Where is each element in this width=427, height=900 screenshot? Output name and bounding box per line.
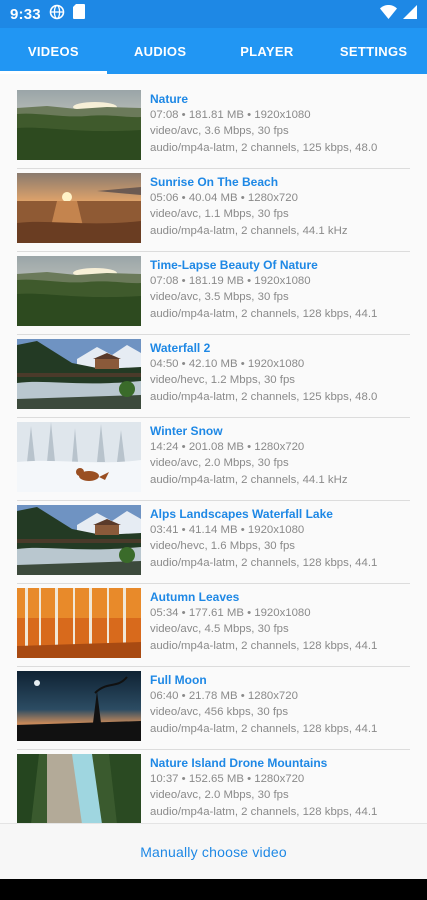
video-duration-size-resolution: 07:08 • 181.19 MB • 1920x1080 bbox=[150, 275, 311, 287]
video-thumbnail bbox=[17, 256, 141, 326]
video-info: Winter Snow 14:24 • 201.08 MB • 1280x720 v… bbox=[150, 423, 415, 488]
video-list-item[interactable]: Winter Snow 14:24 • 201.08 MB • 1280x720 v… bbox=[0, 418, 427, 501]
video-duration-size-resolution: 06:40 • 21.78 MB • 1280x720 bbox=[150, 690, 298, 702]
video-codec-info: video/avc, 2.0 Mbps, 30 fps bbox=[150, 457, 289, 470]
system-nav-bar bbox=[0, 879, 427, 900]
video-list[interactable]: Nature 07:08 • 181.81 MB • 1920x1080 video… bbox=[0, 86, 427, 823]
tab-player[interactable]: PLAYER bbox=[214, 28, 321, 74]
video-list-item[interactable]: Nature 07:08 • 181.81 MB • 1920x1080 video… bbox=[0, 86, 427, 169]
video-thumbnail bbox=[17, 90, 141, 160]
audio-codec-info: audio/mp4a-latm, 2 channels, 125 kbps, 4… bbox=[150, 141, 378, 154]
status-time: 9:33 bbox=[10, 5, 41, 23]
video-codec-info: video/avc, 1.1 Mbps, 30 fps bbox=[150, 208, 289, 221]
video-info: Nature 07:08 • 181.81 MB • 1920x1080 video… bbox=[150, 91, 415, 156]
audio-codec-info: audio/mp4a-latm, 2 channels, 128 kbps, 4… bbox=[150, 556, 378, 569]
video-list-item[interactable]: Nature Island Drone Mountains 10:37 • 152… bbox=[0, 750, 427, 823]
video-title: Time-Lapse Beauty Of Nature bbox=[150, 258, 318, 272]
video-list-item[interactable]: Time-Lapse Beauty Of Nature 07:08 • 181.1… bbox=[0, 252, 427, 335]
video-duration-size-resolution: 05:06 • 40.04 MB • 1280x720 bbox=[150, 192, 298, 204]
video-duration-size-resolution: 14:24 • 201.08 MB • 1280x720 bbox=[150, 441, 305, 453]
video-title: Alps Landscapes Waterfall Lake bbox=[150, 507, 333, 521]
sim-card-icon bbox=[72, 4, 85, 24]
video-info: Alps Landscapes Waterfall Lake 03:41 • 41… bbox=[150, 506, 415, 571]
video-codec-info: video/avc, 456 kbps, 30 fps bbox=[150, 706, 289, 719]
audio-codec-info: audio/mp4a-latm, 2 channels, 44.1 kHz bbox=[150, 224, 348, 237]
video-codec-info: video/hevc, 1.6 Mbps, 30 fps bbox=[150, 540, 295, 553]
video-list-item[interactable]: Alps Landscapes Waterfall Lake 03:41 • 41… bbox=[0, 501, 427, 584]
video-codec-info: video/hevc, 1.2 Mbps, 30 fps bbox=[150, 374, 295, 387]
video-thumbnail bbox=[17, 671, 141, 741]
video-title: Nature bbox=[150, 92, 189, 106]
video-duration-size-resolution: 05:34 • 177.61 MB • 1920x1080 bbox=[150, 607, 311, 619]
video-codec-info: video/avc, 4.5 Mbps, 30 fps bbox=[150, 623, 289, 636]
tab-bar: VIDEOS AUDIOS PLAYER SETTINGS bbox=[0, 28, 427, 74]
video-thumbnail bbox=[17, 505, 141, 575]
video-list-item[interactable]: Waterfall 2 04:50 • 42.10 MB • 1920x1080 v… bbox=[0, 335, 427, 418]
video-duration-size-resolution: 07:08 • 181.81 MB • 1920x1080 bbox=[150, 109, 311, 121]
video-thumbnail bbox=[17, 754, 141, 823]
video-info: Waterfall 2 04:50 • 42.10 MB • 1920x1080 v… bbox=[150, 340, 415, 405]
audio-codec-info: audio/mp4a-latm, 2 channels, 128 kbps, 4… bbox=[150, 307, 378, 320]
video-title: Waterfall 2 bbox=[150, 341, 211, 355]
audio-codec-info: audio/mp4a-latm, 2 channels, 125 kbps, 4… bbox=[150, 390, 378, 403]
video-title: Autumn Leaves bbox=[150, 590, 240, 604]
video-codec-info: video/avc, 3.6 Mbps, 30 fps bbox=[150, 125, 289, 138]
video-duration-size-resolution: 03:41 • 41.14 MB • 1920x1080 bbox=[150, 524, 305, 536]
cell-signal-icon bbox=[403, 4, 417, 24]
globe-icon bbox=[49, 4, 65, 25]
video-title: Full Moon bbox=[150, 673, 207, 687]
video-duration-size-resolution: 10:37 • 152.65 MB • 1280x720 bbox=[150, 773, 305, 785]
status-bar: 9:33 bbox=[0, 0, 427, 28]
screen: 9:33 VIDEOS AUDIOS PLAYER SETTINGS Natur… bbox=[0, 0, 427, 900]
tab-audios[interactable]: AUDIOS bbox=[107, 28, 214, 74]
video-codec-info: video/avc, 3.5 Mbps, 30 fps bbox=[150, 291, 289, 304]
tab-videos[interactable]: VIDEOS bbox=[0, 28, 107, 74]
audio-codec-info: audio/mp4a-latm, 2 channels, 128 kbps, 4… bbox=[150, 805, 378, 818]
video-thumbnail bbox=[17, 173, 141, 243]
audio-codec-info: audio/mp4a-latm, 2 channels, 128 kbps, 4… bbox=[150, 639, 378, 652]
video-info: Autumn Leaves 05:34 • 177.61 MB • 1920x10… bbox=[150, 589, 415, 654]
video-info: Sunrise On The Beach 05:06 • 40.04 MB • 1… bbox=[150, 174, 415, 239]
video-thumbnail bbox=[17, 588, 141, 658]
wifi-icon bbox=[380, 4, 397, 24]
video-info: Full Moon 06:40 • 21.78 MB • 1280x720 vide… bbox=[150, 672, 415, 737]
video-list-item[interactable]: Sunrise On The Beach 05:06 • 40.04 MB • 1… bbox=[0, 169, 427, 252]
video-list-item[interactable]: Autumn Leaves 05:34 • 177.61 MB • 1920x10… bbox=[0, 584, 427, 667]
video-list-item[interactable]: Full Moon 06:40 • 21.78 MB • 1280x720 vide… bbox=[0, 667, 427, 750]
video-title: Nature Island Drone Mountains bbox=[150, 756, 328, 770]
tab-settings[interactable]: SETTINGS bbox=[320, 28, 427, 74]
video-thumbnail bbox=[17, 422, 141, 492]
video-title: Sunrise On The Beach bbox=[150, 175, 279, 189]
video-thumbnail bbox=[17, 339, 141, 409]
footer-bar: Manually choose video bbox=[0, 823, 427, 879]
video-info: Time-Lapse Beauty Of Nature 07:08 • 181.1… bbox=[150, 257, 415, 322]
manually-choose-video-button[interactable]: Manually choose video bbox=[140, 844, 287, 860]
video-info: Nature Island Drone Mountains 10:37 • 152… bbox=[150, 755, 415, 820]
video-title: Winter Snow bbox=[150, 424, 223, 438]
audio-codec-info: audio/mp4a-latm, 2 channels, 128 kbps, 4… bbox=[150, 722, 378, 735]
audio-codec-info: audio/mp4a-latm, 2 channels, 44.1 kHz bbox=[150, 473, 348, 486]
video-duration-size-resolution: 04:50 • 42.10 MB • 1920x1080 bbox=[150, 358, 305, 370]
video-codec-info: video/avc, 2.0 Mbps, 30 fps bbox=[150, 789, 289, 802]
